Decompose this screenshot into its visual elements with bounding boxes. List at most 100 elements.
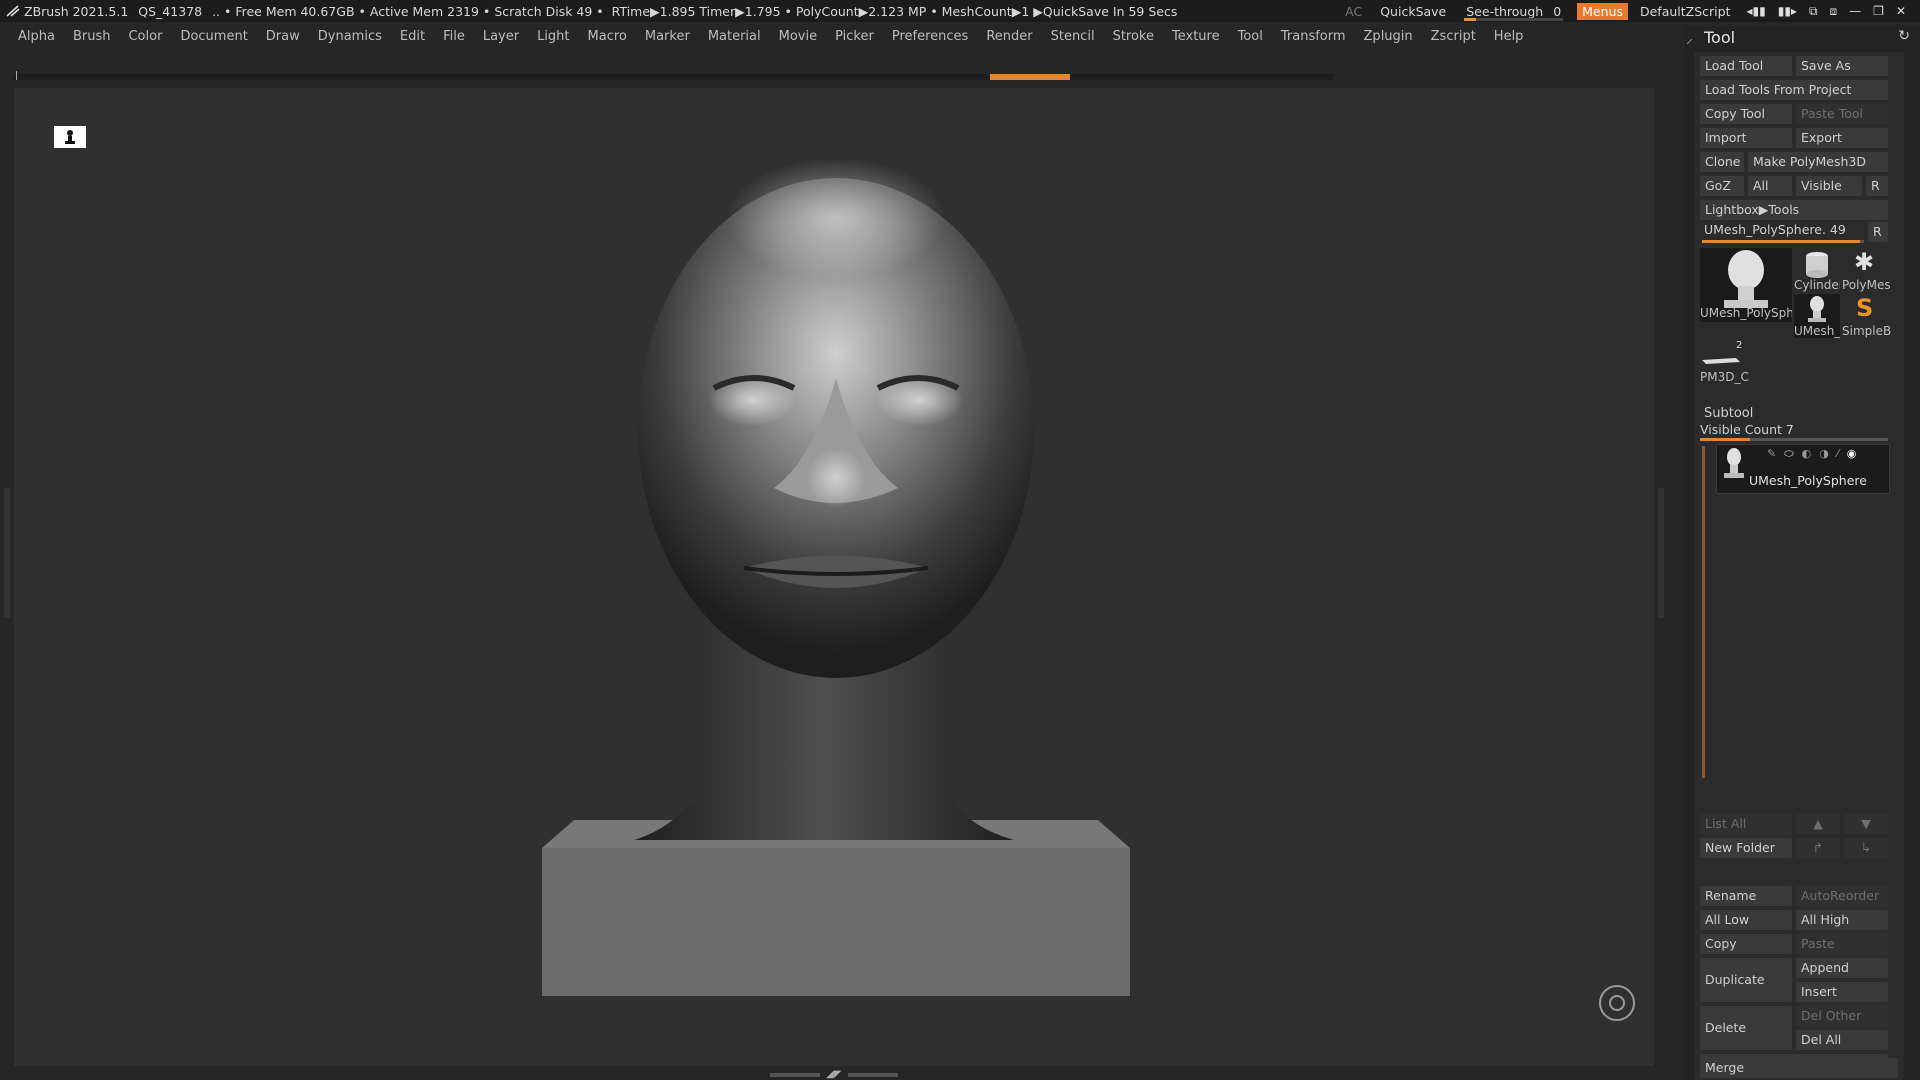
menu-alpha[interactable]: Alpha xyxy=(0,29,64,44)
minimize-icon[interactable]: — xyxy=(1849,4,1861,19)
duplicate-button[interactable]: Duplicate xyxy=(1700,958,1792,1002)
current-tool-slider-label[interactable]: UMesh_PolySphere. 49 xyxy=(1704,222,1846,237)
all-high-button[interactable]: All High xyxy=(1796,910,1888,930)
visible-count-label[interactable]: Visible Count 7 xyxy=(1700,422,1794,437)
see-through-slider[interactable]: See-through 0 xyxy=(1454,4,1573,21)
make-polymesh3d-button[interactable]: Make PolyMesh3D xyxy=(1748,152,1888,172)
menu-texture[interactable]: Texture xyxy=(1163,29,1229,44)
menu-preferences[interactable]: Preferences xyxy=(883,29,977,44)
subtool-title[interactable]: Subtool xyxy=(1704,406,1753,421)
head-sculpt xyxy=(638,158,1034,678)
quicksave-button[interactable]: QuickSave xyxy=(1372,4,1454,19)
copy-button[interactable]: Copy xyxy=(1700,934,1792,954)
append-button[interactable]: Append xyxy=(1796,958,1888,978)
delete-button[interactable]: Delete xyxy=(1700,1006,1792,1050)
menu-tool[interactable]: Tool xyxy=(1229,29,1272,44)
subtool-polypaint-icon[interactable]: ✎ xyxy=(1767,447,1776,461)
menu-light[interactable]: Light xyxy=(528,29,578,44)
tool-thumb-cylinder[interactable]: Cylinder xyxy=(1794,248,1840,292)
subtool-visibility-eye-icon[interactable]: ◉ xyxy=(1847,447,1857,461)
document-canvas[interactable] xyxy=(14,88,1654,1066)
save-as-button[interactable]: Save As xyxy=(1796,56,1888,76)
rename-button[interactable]: Rename xyxy=(1700,886,1792,906)
menu-movie[interactable]: Movie xyxy=(770,29,826,44)
layout-wide-icon[interactable]: ▮▮▸ xyxy=(1778,4,1797,19)
gizmo-orbit-icon[interactable] xyxy=(1599,985,1635,1021)
subtool-mode-toggle-icon[interactable]: ⬭ xyxy=(1784,447,1793,461)
bottom-tray-handle[interactable]: ◢◤ xyxy=(770,1070,900,1080)
subtool-solo-icon[interactable]: ◐ xyxy=(1802,447,1812,461)
tool-thumb-polymesh[interactable]: ✱ PolyMes xyxy=(1842,248,1892,292)
paste-tool-button[interactable]: Paste Tool xyxy=(1796,104,1888,124)
menu-picker[interactable]: Picker xyxy=(826,29,883,44)
tool-r-button[interactable]: R xyxy=(1868,222,1888,242)
close-icon[interactable]: ✕ xyxy=(1896,4,1906,19)
tool-thumb-umesh-polysphere[interactable]: UMesh_PolySphere xyxy=(1700,248,1792,322)
menu-zplugin[interactable]: Zplugin xyxy=(1355,29,1422,44)
new-folder-button[interactable]: New Folder xyxy=(1700,838,1792,858)
restore-icon[interactable]: ❐ xyxy=(1873,4,1884,19)
head-thumb-icon xyxy=(1724,250,1768,308)
current-tool-slider[interactable] xyxy=(1702,240,1864,243)
goz-visible-button[interactable]: Visible xyxy=(1796,176,1862,196)
goz-r-button[interactable]: R xyxy=(1866,176,1888,196)
move-out-folder-icon[interactable]: ↳ xyxy=(1844,838,1888,858)
ui-layout-icon[interactable]: ⧉ xyxy=(1809,4,1818,19)
tool-thumb-umesh-small[interactable]: UMesh_ xyxy=(1794,294,1840,338)
tool-thumb-pm3d[interactable]: 2 PM3D_C xyxy=(1700,340,1760,386)
menu-transform[interactable]: Transform xyxy=(1272,29,1355,44)
right-tray-grip[interactable] xyxy=(1658,488,1664,618)
merge-button[interactable]: Merge xyxy=(1700,1058,1898,1078)
goz-all-button[interactable]: All xyxy=(1748,176,1792,196)
list-all-button[interactable]: List All xyxy=(1700,814,1792,834)
move-down-icon[interactable]: ▼ xyxy=(1844,814,1888,834)
copy-tool-button[interactable]: Copy Tool xyxy=(1700,104,1792,124)
refresh-icon[interactable]: ↻ xyxy=(1898,28,1910,44)
default-zscript-button[interactable]: DefaultZScript xyxy=(1632,4,1739,19)
menu-layer[interactable]: Layer xyxy=(474,29,528,44)
import-button[interactable]: Import xyxy=(1700,128,1792,148)
insert-button[interactable]: Insert xyxy=(1796,982,1888,1002)
menu-file[interactable]: File xyxy=(434,29,474,44)
layout-narrow-icon[interactable]: ◂▮▮ xyxy=(1746,4,1765,19)
menu-zscript[interactable]: Zscript xyxy=(1422,29,1485,44)
menu-help[interactable]: Help xyxy=(1485,29,1533,44)
subtool-scrollbar[interactable] xyxy=(1702,446,1705,778)
tool-pin-icon[interactable]: ⸝ xyxy=(1686,29,1693,48)
export-button[interactable]: Export xyxy=(1796,128,1888,148)
menu-marker[interactable]: Marker xyxy=(636,29,699,44)
ac-button[interactable]: AC xyxy=(1335,4,1372,19)
menu-draw[interactable]: Draw xyxy=(257,29,309,44)
subtool-dynamic-icon[interactable]: ◑ xyxy=(1819,447,1829,461)
load-tool-button[interactable]: Load Tool xyxy=(1700,56,1792,76)
clone-button[interactable]: Clone xyxy=(1700,152,1744,172)
goz-button[interactable]: GoZ xyxy=(1700,176,1744,196)
menu-material[interactable]: Material xyxy=(699,29,770,44)
all-low-button[interactable]: All Low xyxy=(1700,910,1792,930)
menu-edit[interactable]: Edit xyxy=(391,29,434,44)
subtool-brush-icon[interactable]: ⁄ xyxy=(1837,447,1839,461)
menu-document[interactable]: Document xyxy=(171,29,256,44)
menu-render[interactable]: Render xyxy=(977,29,1041,44)
menu-color[interactable]: Color xyxy=(119,29,171,44)
autoreorder-button[interactable]: AutoReorder xyxy=(1796,886,1888,906)
subtool-item[interactable]: ✎ ⬭ ◐ ◑ ⁄ ◉ UMesh_PolySphere xyxy=(1716,444,1890,494)
del-all-button[interactable]: Del All xyxy=(1796,1030,1888,1050)
del-other-button[interactable]: Del Other xyxy=(1796,1006,1888,1026)
lightbox-tools-button[interactable]: Lightbox▶Tools xyxy=(1700,200,1888,220)
left-tray-grip[interactable] xyxy=(4,488,10,618)
menus-button[interactable]: Menus xyxy=(1577,2,1628,20)
visible-count-slider[interactable] xyxy=(1700,438,1888,441)
menu-macro[interactable]: Macro xyxy=(579,29,636,44)
menu-stroke[interactable]: Stroke xyxy=(1104,29,1163,44)
load-tools-from-project-button[interactable]: Load Tools From Project xyxy=(1700,80,1888,100)
paste-button[interactable]: Paste xyxy=(1796,934,1888,954)
menu-stencil[interactable]: Stencil xyxy=(1042,29,1104,44)
tool-thumb-simplebrush[interactable]: S SimpleB xyxy=(1842,294,1892,338)
move-into-folder-icon[interactable]: ↱ xyxy=(1796,838,1840,858)
menu-brush[interactable]: Brush xyxy=(64,29,120,44)
move-up-icon[interactable]: ▲ xyxy=(1796,814,1840,834)
tool-panel: ⸝ Tool ↻ Load Tool Save As Load Tools Fr… xyxy=(1684,26,1920,1080)
ui-swap-icon[interactable]: ⧈ xyxy=(1830,4,1838,19)
menu-dynamics[interactable]: Dynamics xyxy=(309,29,391,44)
